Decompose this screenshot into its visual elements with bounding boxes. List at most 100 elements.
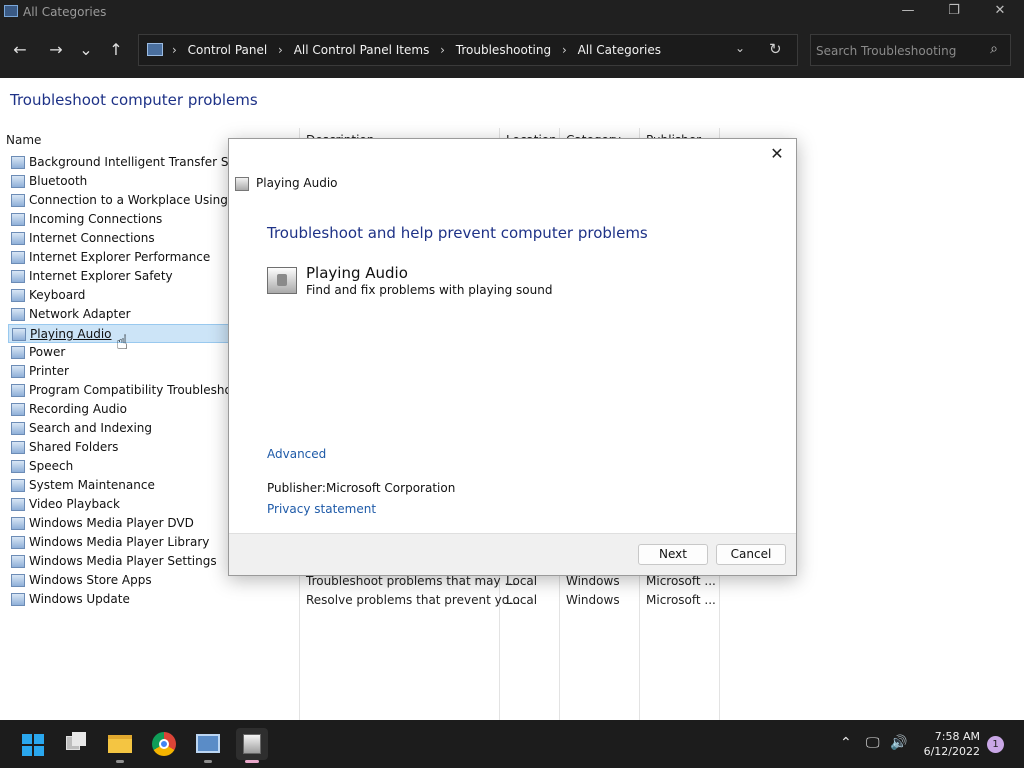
control-panel-icon [4, 5, 18, 17]
cancel-button[interactable]: Cancel [716, 544, 786, 565]
breadcrumb-separator: › [172, 43, 177, 57]
control-panel-icon [147, 43, 163, 56]
media-player-icon [11, 536, 25, 549]
up-button[interactable]: ↑ [104, 38, 128, 62]
close-window-button[interactable]: ✕ [977, 0, 1023, 24]
task-view-icon [72, 732, 86, 746]
taskbar: ⌃ 🖵 🔊 7:58 AM 6/12/2022 1 [0, 720, 1024, 768]
speaker-icon [267, 267, 297, 294]
running-indicator [245, 760, 259, 763]
list-item[interactable]: Connection to a Workplace Using DirectAc… [8, 191, 248, 210]
row-description: Troubleshoot problems that may ... [306, 574, 516, 588]
list-item[interactable]: Printer [8, 362, 248, 381]
chevron-up-icon[interactable]: ⌃ [840, 735, 852, 751]
troubleshooter-icon [11, 232, 25, 245]
list-item[interactable]: Windows Media Player DVD [8, 514, 248, 533]
breadcrumb-separator: › [278, 43, 283, 57]
row-location: Local [506, 574, 538, 588]
advanced-link[interactable]: Advanced [267, 447, 326, 461]
file-explorer-button[interactable] [104, 728, 136, 763]
dialog-title: Playing Audio [256, 176, 338, 190]
back-button[interactable]: ← [8, 38, 32, 62]
list-item[interactable]: System Maintenance [8, 476, 248, 495]
next-button[interactable]: Next [638, 544, 708, 565]
windows-logo-icon [22, 734, 44, 756]
list-item[interactable]: Keyboard [8, 286, 248, 305]
troubleshooter-icon [11, 251, 25, 264]
troubleshooter-icon [11, 479, 25, 492]
list-item[interactable]: Speech [8, 457, 248, 476]
breadcrumb: › Control Panel › All Control Panel Item… [169, 43, 665, 57]
search-icon[interactable]: ⌕ [990, 41, 998, 57]
breadcrumb-all-items[interactable]: All Control Panel Items [294, 43, 430, 57]
title-bar: All Categories — ❐ ✕ [0, 0, 1024, 24]
troubleshooter-dialog: ✕ Playing Audio Troubleshoot and help pr… [228, 138, 797, 576]
list-item[interactable]: Background Intelligent Transfer Service [8, 153, 248, 172]
network-icon[interactable]: 🖵 [866, 735, 880, 751]
folder-icon [108, 735, 132, 753]
publisher-label: Publisher: [267, 481, 326, 495]
close-icon[interactable]: ✕ [766, 143, 788, 165]
running-indicator [204, 760, 212, 763]
volume-icon[interactable]: 🔊 [890, 735, 907, 751]
list-item[interactable]: Internet Explorer Safety [8, 267, 248, 286]
list-item[interactable]: Video Playback [8, 495, 248, 514]
list-item[interactable]: Incoming Connections [8, 210, 248, 229]
notification-badge[interactable]: 1 [987, 736, 1004, 753]
forward-button[interactable]: → [44, 38, 68, 62]
list-item[interactable]: Program Compatibility Troubleshooter [8, 381, 248, 400]
breadcrumb-all-categories[interactable]: All Categories [578, 43, 661, 57]
chevron-down-icon[interactable]: ⌄ [735, 41, 745, 55]
breadcrumb-control-panel[interactable]: Control Panel [188, 43, 268, 57]
address-bar[interactable]: › Control Panel › All Control Panel Item… [138, 34, 798, 66]
window-title: All Categories [23, 5, 107, 19]
clock[interactable]: 7:58 AM 6/12/2022 [910, 729, 980, 759]
keyboard-icon [11, 289, 25, 302]
breadcrumb-separator: › [440, 43, 445, 57]
list-item[interactable]: Windows Media Player Library [8, 533, 248, 552]
network-adapter-icon [11, 308, 25, 321]
list-item[interactable]: Internet Connections [8, 229, 248, 248]
list-item[interactable]: Shared Folders [8, 438, 248, 457]
list-item[interactable]: Bluetooth [8, 172, 248, 191]
control-panel-button[interactable] [192, 728, 224, 763]
breadcrumb-separator: › [561, 43, 567, 57]
troubleshooter-icon [11, 194, 25, 207]
dialog-heading: Troubleshoot and help prevent computer p… [267, 224, 648, 242]
privacy-statement-link[interactable]: Privacy statement [267, 502, 376, 516]
list-item[interactable]: Internet Explorer Performance [8, 248, 248, 267]
speaker-icon [235, 177, 249, 191]
printer-icon [11, 365, 25, 378]
running-indicator [116, 760, 124, 763]
navigation-bar: ← → ⌄ ↑ › Control Panel › All Control Pa… [0, 24, 1024, 78]
folder-icon [11, 441, 25, 454]
list-item[interactable]: Recording Audio [8, 400, 248, 419]
row-publisher: Microsoft ... [646, 574, 716, 588]
troubleshooter-taskbar-button[interactable] [236, 728, 268, 763]
row-description: Resolve problems that prevent yo... [306, 593, 521, 607]
dialog-footer: Next Cancel [229, 533, 796, 575]
chrome-button[interactable] [148, 728, 180, 760]
troubleshooter-icon [11, 270, 25, 283]
search-input[interactable] [816, 42, 981, 60]
media-player-icon [11, 517, 25, 530]
troubleshooter-icon [11, 384, 25, 397]
breadcrumb-troubleshooting[interactable]: Troubleshooting [456, 43, 551, 57]
refresh-icon[interactable]: ↻ [769, 40, 782, 58]
start-button[interactable] [16, 728, 48, 760]
task-view-button[interactable] [60, 728, 92, 760]
maximize-button[interactable]: ❐ [931, 0, 977, 24]
search-box[interactable]: ⌕ [810, 34, 1011, 66]
list-item[interactable]: Windows Store Apps [8, 571, 248, 590]
troubleshooter-icon [11, 213, 25, 226]
troubleshooter-description: Find and fix problems with playing sound [306, 283, 553, 297]
list-item[interactable]: Search and Indexing [8, 419, 248, 438]
column-header-name[interactable]: Name [6, 133, 41, 147]
minimize-button[interactable]: — [885, 0, 931, 24]
recent-locations-button[interactable]: ⌄ [74, 38, 98, 62]
list-item[interactable]: Network Adapter [8, 305, 248, 324]
list-item[interactable]: Windows Media Player Settings [8, 552, 248, 571]
windows-update-icon [11, 593, 25, 606]
list-item[interactable]: Windows Update [8, 590, 248, 609]
microphone-icon [11, 403, 25, 416]
